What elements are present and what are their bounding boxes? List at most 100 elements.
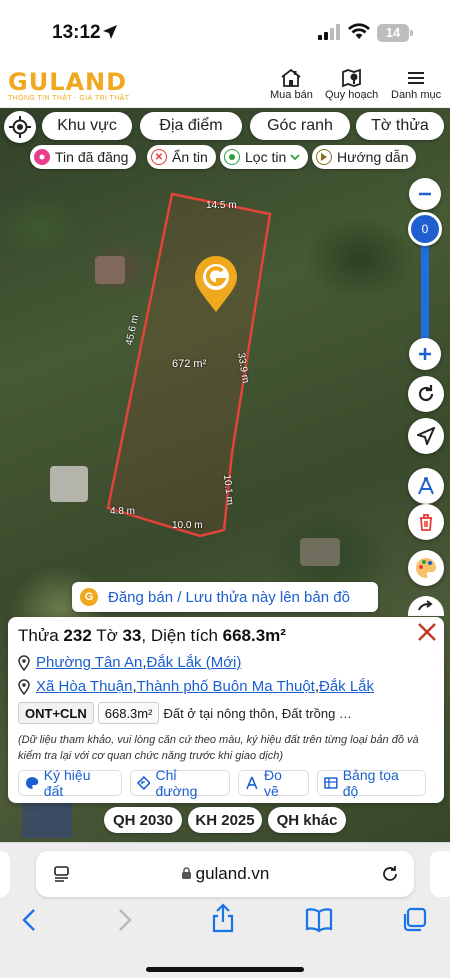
edge-label-top: 14.5 m xyxy=(206,200,237,211)
app-header: GULAND THÔNG TIN THẬT - GIÁ TRỊ THẬT Mua… xyxy=(0,62,450,108)
house-icon xyxy=(281,68,301,87)
map-style-button[interactable] xyxy=(408,550,444,586)
land-symbol-label: Ký hiệu đất xyxy=(43,767,91,799)
address-bar[interactable]: guland.vn xyxy=(36,851,414,897)
link-xa-hoa-thuan[interactable]: Xã Hòa Thuận xyxy=(36,678,132,695)
chip-huong-dan-label: Hướng dẫn xyxy=(337,149,409,165)
chip-loc-tin[interactable]: Lọc tin xyxy=(220,145,309,169)
chip-tin-da-dang[interactable]: Tin đã đăng xyxy=(30,145,137,169)
location-dot-icon xyxy=(224,149,240,165)
thua-number: 232 xyxy=(63,626,92,645)
panel-actions: Ký hiệu đất Chỉ đường Đo vẽ Bảng tọa độ xyxy=(18,767,434,799)
bookmarks-icon[interactable] xyxy=(305,907,333,933)
tab-to-thua[interactable]: Tờ thửa xyxy=(356,112,444,140)
directions-button[interactable]: Chỉ đường xyxy=(129,767,231,799)
refresh-button[interactable] xyxy=(408,376,444,412)
land-use-area: 668.3m² xyxy=(97,702,160,724)
navigation-arrow-icon xyxy=(417,427,435,445)
crosshair-icon xyxy=(9,116,31,138)
guland-g-icon: G xyxy=(80,588,98,606)
land-symbol-button[interactable]: Ký hiệu đất xyxy=(18,767,122,799)
close-circle-icon: ✕ xyxy=(151,149,167,165)
share-arrow-icon xyxy=(418,600,433,611)
post-parcel-label: Đăng bán / Lưu thửa này lên bản đồ xyxy=(108,588,350,606)
chip-an-tin-label: Ẩn tin xyxy=(172,149,208,165)
link-dak-lak-moi[interactable]: Đắk Lắk (Mới) xyxy=(147,654,242,671)
nav-mua-ban[interactable]: Mua bán xyxy=(270,68,313,101)
next-tab-peek[interactable] xyxy=(430,851,450,897)
locate-me-button[interactable] xyxy=(4,111,36,143)
nav-mua-ban-label: Mua bán xyxy=(270,89,313,101)
nav-danh-muc-label: Danh mục xyxy=(391,89,442,101)
post-parcel-button[interactable]: G Đăng bán / Lưu thửa này lên bản đồ xyxy=(72,582,378,612)
link-phuong-tan-an[interactable]: Phường Tân An xyxy=(36,654,142,671)
edge-label-bottom: 10.0 m xyxy=(172,520,203,531)
refresh-icon xyxy=(418,385,434,402)
pin-icon xyxy=(34,149,50,165)
tab-khu-vuc[interactable]: Khu vực xyxy=(42,112,132,140)
title-thua-prefix: Thửa xyxy=(18,626,64,645)
nav-quy-hoach[interactable]: Quy hoạch xyxy=(325,68,378,101)
reload-icon[interactable] xyxy=(380,864,400,884)
coordinate-table-button[interactable]: Bảng tọa độ xyxy=(316,767,427,799)
compass-draw-icon xyxy=(418,477,434,495)
title-to-prefix: Tờ xyxy=(91,626,123,645)
measure-draw-button[interactable]: Đo vẽ xyxy=(238,767,309,799)
land-use-code: ONT+CLN xyxy=(18,702,94,724)
location-pin-icon xyxy=(18,678,30,695)
qh-2030-button[interactable]: QH 2030 xyxy=(104,807,182,833)
minus-icon xyxy=(419,192,431,196)
clock: 13:12 xyxy=(52,22,101,43)
location-pin-icon xyxy=(18,654,30,671)
kh-2025-button[interactable]: KH 2025 xyxy=(188,807,262,833)
tabs-icon[interactable] xyxy=(401,907,427,933)
link-dak-lak[interactable]: Đắk Lắk xyxy=(319,678,374,695)
share-icon[interactable] xyxy=(210,903,236,933)
chip-huong-dan[interactable]: Hướng dẫn xyxy=(312,145,417,169)
qh-khac-button[interactable]: QH khác xyxy=(268,807,346,833)
previous-tab-peek[interactable] xyxy=(0,851,10,897)
home-indicator xyxy=(146,967,304,972)
battery-indicator: 14 xyxy=(377,24,413,42)
forward-icon[interactable] xyxy=(112,907,136,933)
directions-label: Chỉ đường xyxy=(155,767,198,799)
palette-icon xyxy=(25,777,39,789)
trash-icon xyxy=(420,514,432,531)
navigate-button[interactable] xyxy=(408,418,444,454)
cellular-signal-icon xyxy=(318,24,340,40)
zoom-in-button[interactable] xyxy=(409,338,441,370)
guland-logo[interactable]: GULAND THÔNG TIN THẬT - GIÁ TRỊ THẬT xyxy=(8,68,129,102)
palette-icon xyxy=(416,558,436,578)
disclaimer-note: (Dữ liệu tham khảo, vui lòng căn cứ theo… xyxy=(18,734,419,762)
diamond-direction-icon xyxy=(136,776,151,790)
url-label: guland.vn xyxy=(195,864,270,883)
plus-icon xyxy=(419,348,431,360)
zoom-out-button[interactable] xyxy=(409,178,441,210)
chip-an-tin[interactable]: ✕ Ẩn tin xyxy=(147,145,216,169)
status-bar: 13:12 14 xyxy=(0,0,450,62)
delete-drawing-button[interactable] xyxy=(408,504,444,540)
wifi-icon xyxy=(348,23,370,39)
close-icon[interactable] xyxy=(414,619,440,645)
parcel-title: Thửa 232 Tờ 33, Diện tích 668.3m² xyxy=(18,625,434,647)
zoom-slider-knob[interactable]: 0 xyxy=(408,212,442,246)
link-tp-buon-ma-thuot[interactable]: Thành phố Buôn Ma Thuột xyxy=(137,678,315,695)
back-icon[interactable] xyxy=(18,907,42,933)
browser-toolbar: guland.vn xyxy=(0,842,450,978)
parcel-info-panel: Thửa 232 Tờ 33, Diện tích 668.3m² Phường… xyxy=(8,617,444,803)
land-use-description: Đất ở tại nông thôn, Đất trồng cây lâu n… xyxy=(163,705,353,721)
coordinate-table-label: Bảng tọa độ xyxy=(342,767,399,799)
location-old: Xã Hòa Thuận, Thành phố Buôn Ma Thuột, Đ… xyxy=(18,678,434,695)
chip-loc-tin-label: Lọc tin xyxy=(245,149,287,165)
tab-dia-diem[interactable]: Địa điểm xyxy=(140,112,242,140)
to-number: 33 xyxy=(122,626,142,645)
play-icon xyxy=(316,149,332,165)
tab-goc-ranh[interactable]: Góc ranh xyxy=(250,112,350,140)
measure-button[interactable] xyxy=(408,468,444,504)
nav-danh-muc[interactable]: Danh mục xyxy=(391,68,441,101)
edge-label-bottom-left: 4.8 m xyxy=(110,506,136,517)
url-text: guland.vn xyxy=(36,864,414,884)
land-use-row: ONT+CLN 668.3m² Đất ở tại nông thôn, Đất… xyxy=(18,702,434,724)
guland-marker-icon[interactable] xyxy=(193,256,239,314)
lock-icon xyxy=(181,867,191,879)
